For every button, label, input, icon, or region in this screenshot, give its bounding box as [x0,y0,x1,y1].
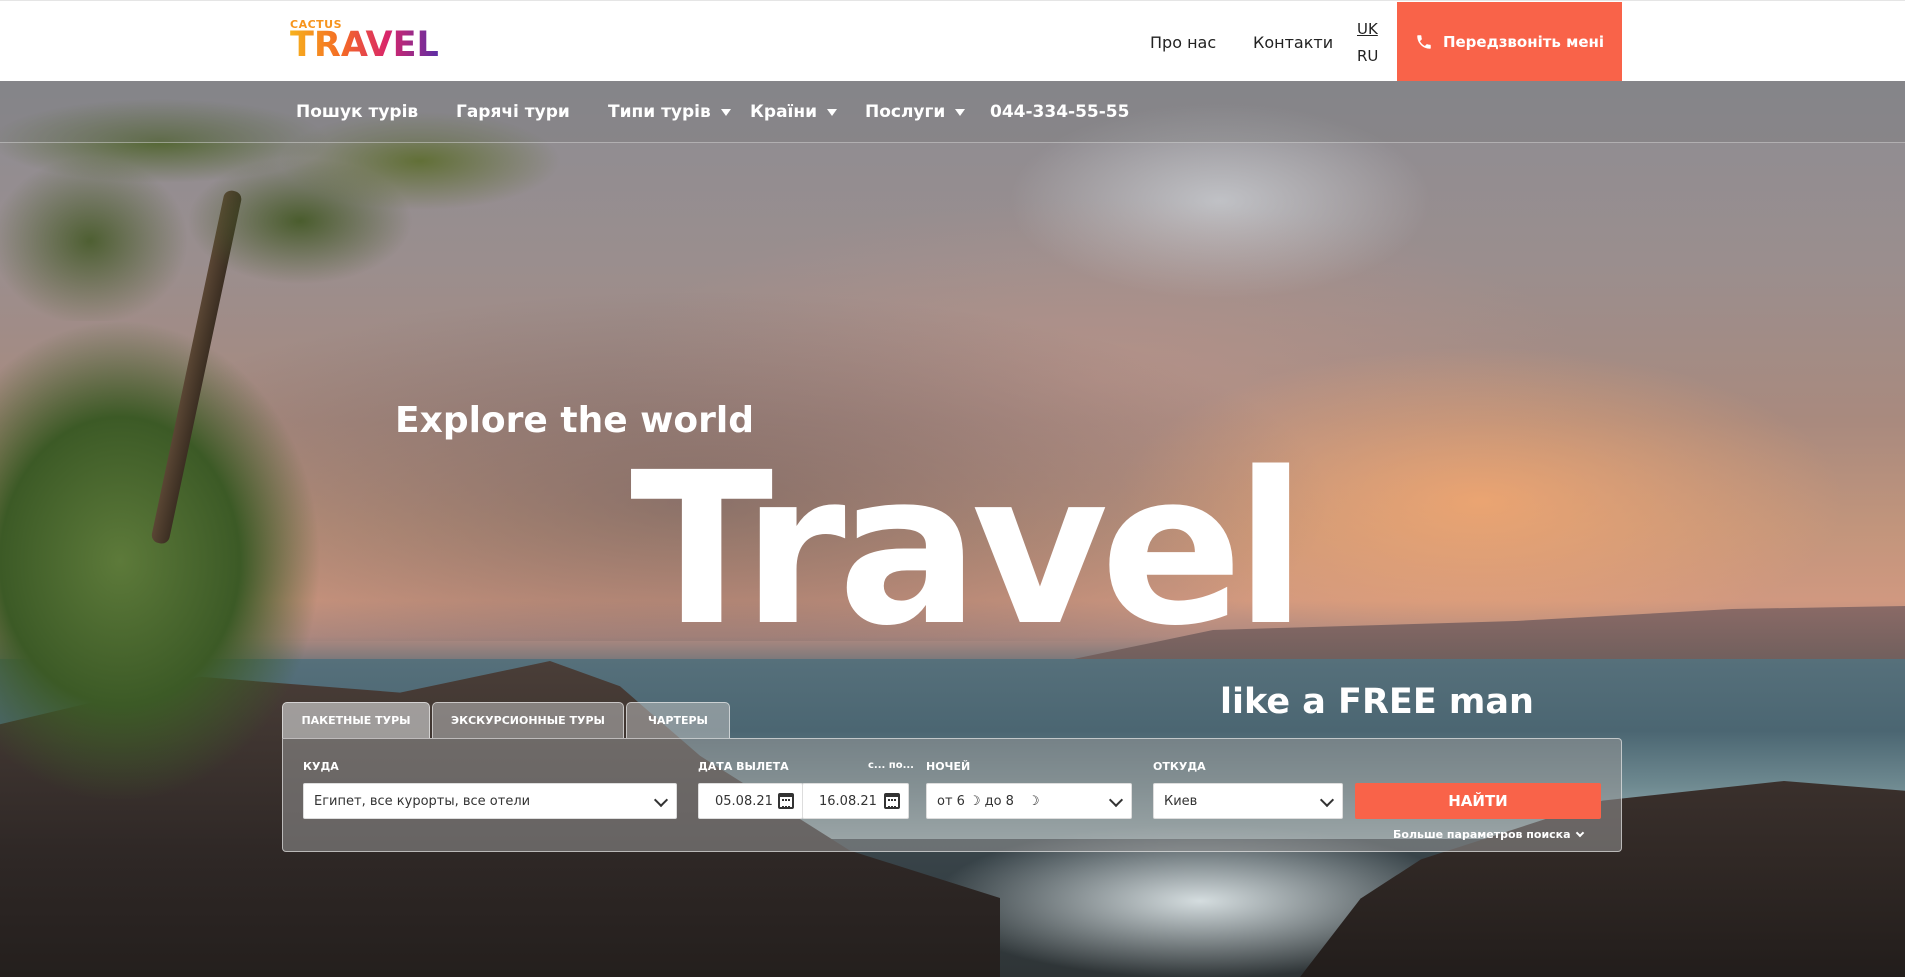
hero-tagline: like a FREE man [1220,682,1534,722]
nav-label: Типи турів [608,102,711,122]
caret-down-icon [955,108,966,116]
logo-big-text: TRAVEL [290,25,439,65]
main-nav: Пошук турів Гарячі тури Типи турів Країн… [0,81,1905,143]
nights-label: НОЧЕЙ [926,760,971,773]
nav-services[interactable]: Послуги [865,102,966,122]
caret-down-icon [720,108,731,116]
phone-icon [1417,35,1431,49]
from-label: ОТКУДА [1153,760,1206,773]
nav-countries[interactable]: Країни [750,102,838,122]
date-to-field[interactable]: 16.08.21 [802,783,909,819]
nav-label: Гарячі тури [456,102,570,122]
chevron-down-icon [653,792,669,808]
chevron-down-icon [1108,792,1124,808]
hero-title: Travel [630,427,1307,672]
find-button[interactable]: НАЙТИ [1355,783,1601,819]
nav-tour-search[interactable]: Пошук турів [296,102,418,122]
from-select[interactable]: Киев [1153,783,1343,819]
calendar-icon [884,793,900,809]
nights-to-value: до 8 [984,793,1014,809]
date-from-field[interactable]: 05.08.21 [698,783,803,819]
lang-uk[interactable]: UK [1357,20,1378,38]
nav-tour-types[interactable]: Типи турів [608,102,731,122]
calendar-icon [778,793,794,809]
tab-package-tours[interactable]: ПАКЕТНЫЕ ТУРЫ [282,702,430,738]
nights-select[interactable]: от 6 ☽ до 8 ☽ [926,783,1132,819]
caret-down-icon [827,108,838,116]
nights-from-value: от 6 [937,793,965,809]
date-to-value: 16.08.21 [819,793,877,809]
tab-excursion-tours[interactable]: ЭКСКУРСИОННЫЕ ТУРЫ [432,702,624,738]
callback-label: Передзвоніть мені [1442,33,1605,51]
date-range-hint: с... по... [868,760,914,771]
about-link[interactable]: Про нас [1150,33,1216,52]
contacts-link[interactable]: Контакти [1253,33,1333,52]
search-panel: КУДА Египет, все курорты, все отели ДАТА… [282,738,1622,852]
nav-hot-tours[interactable]: Гарячі тури [456,102,570,122]
nav-phone[interactable]: 044-334-55-55 [990,102,1129,122]
tab-charters[interactable]: ЧАРТЕРЫ [626,702,730,738]
from-value: Киев [1164,793,1198,809]
destination-label: КУДА [303,760,339,773]
lang-ru[interactable]: RU [1357,47,1378,65]
destination-select[interactable]: Египет, все курорты, все отели [303,783,677,819]
nav-phone-label: 044-334-55-55 [990,102,1130,122]
chevron-down-icon [1319,792,1335,808]
nav-label: Послуги [865,102,946,122]
logo[interactable]: CACTUS TRAVEL [290,16,440,65]
chevron-down-icon [1575,828,1584,837]
moon-icon: ☽ [1027,793,1040,809]
callback-button[interactable]: Передзвоніть мені [1397,2,1622,82]
top-header: CACTUS TRAVEL Про нас Контакти UK RU Пер… [0,0,1905,82]
nav-label: Країни [750,102,818,122]
destination-value: Египет, все курорты, все отели [314,793,531,809]
nav-label: Пошук турів [296,102,419,122]
more-params-link[interactable]: Больше параметров поиска [1393,828,1584,841]
more-params-label: Больше параметров поиска [1393,828,1571,841]
date-label: ДАТА ВЫЛЕТА [698,760,789,773]
moon-icon: ☽ [968,793,981,809]
date-from-value: 05.08.21 [715,793,773,809]
